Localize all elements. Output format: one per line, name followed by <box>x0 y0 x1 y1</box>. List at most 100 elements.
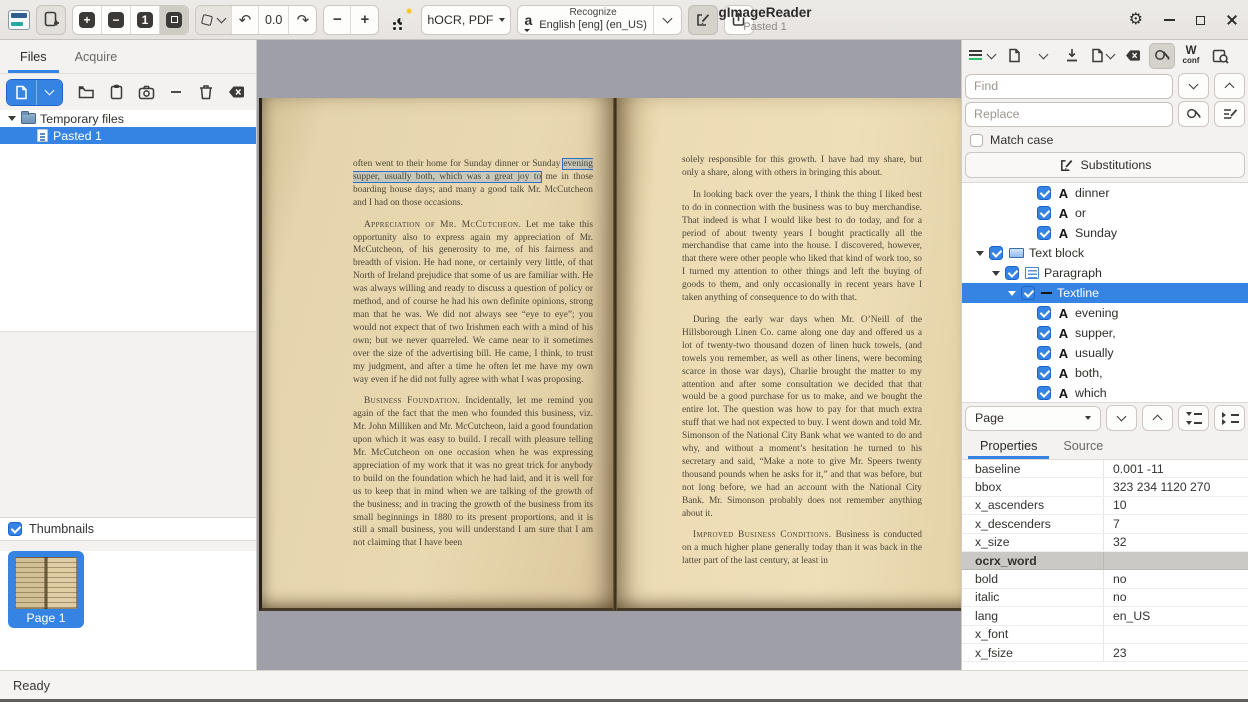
show-confidence-button[interactable]: W conf <box>1178 43 1204 69</box>
settings-gear-icon[interactable]: ⚙ <box>1129 12 1143 28</box>
zoom-out-button[interactable]: − <box>102 6 131 34</box>
replace-all-button[interactable] <box>1214 101 1245 127</box>
item-checkbox[interactable] <box>1037 386 1051 400</box>
ocr-tree-item-sunday[interactable]: ASunday <box>962 223 1248 243</box>
expand-all-button[interactable] <box>1178 405 1209 431</box>
maximize-button[interactable] <box>1196 16 1205 25</box>
delete-source-button[interactable] <box>192 79 220 106</box>
book-paragraph: Business Foundation. Incidentally, let m… <box>353 395 593 550</box>
property-row-x_descenders[interactable]: x_descenders7 <box>962 515 1248 533</box>
thumbnails-label: Thumbnails <box>29 522 94 536</box>
item-checkbox[interactable] <box>1037 326 1051 340</box>
save-output-button[interactable] <box>1059 43 1085 69</box>
close-button[interactable] <box>1226 14 1238 26</box>
item-checkbox[interactable] <box>1037 346 1051 360</box>
find-replace-button[interactable] <box>1149 43 1175 69</box>
property-row-bbox[interactable]: bbox323 234 1120 270 <box>962 478 1248 496</box>
open-file-button[interactable] <box>7 80 36 105</box>
open-output-button[interactable] <box>1001 43 1027 69</box>
property-row-x_ascenders[interactable]: x_ascenders10 <box>962 497 1248 515</box>
rotation-value[interactable]: 0.0 <box>259 6 289 34</box>
rotate-mode-dropdown[interactable] <box>196 6 232 34</box>
ocr-tree-item-paragraph[interactable]: Paragraph <box>962 263 1248 283</box>
tab-acquire[interactable]: Acquire <box>63 40 130 73</box>
item-checkbox[interactable] <box>1037 366 1051 380</box>
property-row-x_font[interactable]: x_font <box>962 626 1248 644</box>
find-previous-button[interactable] <box>1214 73 1245 99</box>
recognize-menu-button[interactable] <box>654 6 681 34</box>
ocr-tree-item-text-block[interactable]: Text block <box>962 243 1248 263</box>
rotate-right-button[interactable]: ↷ <box>289 6 316 34</box>
zoom-original-button[interactable]: 1 <box>131 6 160 34</box>
tab-properties[interactable]: Properties <box>968 433 1049 459</box>
tab-source[interactable]: Source <box>1051 433 1115 459</box>
ocr-tree-item-supper[interactable]: Asupper, <box>962 323 1248 343</box>
insert-mode-button[interactable] <box>966 43 998 69</box>
tab-files[interactable]: Files <box>8 40 59 73</box>
ocr-tree-item-textline[interactable]: Textline <box>962 283 1248 303</box>
ocr-tree-item-which[interactable]: Awhich <box>962 383 1248 403</box>
item-checkbox[interactable] <box>1037 306 1051 320</box>
remove-source-button[interactable] <box>162 79 190 106</box>
collapse-all-button[interactable] <box>1214 405 1245 431</box>
recognize-button[interactable]: a Recognize English [eng] (en_US) <box>518 6 653 34</box>
rotate-left-button[interactable]: ↶ <box>232 6 259 34</box>
tree-row-temporary-files[interactable]: Temporary files <box>0 110 256 127</box>
property-row-x_fsize[interactable]: x_fsize23 <box>962 644 1248 662</box>
thumbnails-checkbox[interactable] <box>8 522 22 536</box>
open-document-icon <box>1007 48 1022 63</box>
previous-item-button[interactable] <box>1142 405 1173 431</box>
expander-icon[interactable] <box>992 271 1000 276</box>
zoom-fit-button[interactable] <box>160 6 188 34</box>
add-page-button[interactable] <box>36 5 66 35</box>
sources-tree: Temporary files Pasted 1 <box>0 110 256 332</box>
decrement-button[interactable]: − <box>324 6 351 34</box>
property-row-x_size[interactable]: x_size32 <box>962 534 1248 552</box>
item-checkbox[interactable] <box>1037 206 1051 220</box>
clear-output-button[interactable] <box>1120 43 1146 69</box>
ocr-tree-item-evening[interactable]: Aevening <box>962 303 1248 323</box>
open-output-menu-button[interactable] <box>1030 43 1056 69</box>
property-row-ocrx_word[interactable]: ocrx_word <box>962 552 1248 570</box>
replace-input[interactable] <box>965 102 1173 127</box>
page-selector-dropdown[interactable]: Page <box>965 406 1101 431</box>
property-row-baseline[interactable]: baseline0.001 -11 <box>962 460 1248 478</box>
export-output-button[interactable] <box>1088 43 1117 69</box>
clear-sources-button[interactable] <box>222 79 250 106</box>
display-controls-button[interactable]: ◐ ✱ <box>385 5 415 35</box>
increment-button[interactable]: + <box>351 6 378 34</box>
item-checkbox[interactable] <box>1037 186 1051 200</box>
paste-button[interactable] <box>103 79 131 106</box>
book-paragraph: solely responsible for this growth. I ha… <box>682 154 922 180</box>
ocr-tree-item-both[interactable]: Aboth, <box>962 363 1248 383</box>
open-menu-button[interactable] <box>36 80 62 105</box>
find-next-button[interactable] <box>1178 73 1209 99</box>
item-checkbox[interactable] <box>1037 226 1051 240</box>
document-canvas[interactable]: often went to their home for Sunday dinn… <box>257 40 961 670</box>
expander-icon[interactable] <box>1008 291 1016 296</box>
ocr-tree-item-or[interactable]: Aor <box>962 203 1248 223</box>
item-checkbox[interactable] <box>1021 286 1035 300</box>
property-row-italic[interactable]: italicno <box>962 589 1248 607</box>
item-checkbox[interactable] <box>989 246 1003 260</box>
property-row-lang[interactable]: langen_US <box>962 607 1248 625</box>
replace-button[interactable] <box>1178 101 1209 127</box>
minimize-button[interactable] <box>1164 19 1175 21</box>
substitutions-button[interactable]: Substitutions <box>965 152 1245 178</box>
match-case-checkbox[interactable] <box>970 134 983 147</box>
property-row-bold[interactable]: boldno <box>962 570 1248 588</box>
item-checkbox[interactable] <box>1005 266 1019 280</box>
screenshot-button[interactable] <box>133 79 161 106</box>
tree-row-pasted-1[interactable]: Pasted 1 <box>0 127 256 144</box>
ocr-tree-item-dinner[interactable]: Adinner <box>962 183 1248 203</box>
expander-icon[interactable] <box>976 251 984 256</box>
expander-icon[interactable] <box>8 116 16 121</box>
ocr-tree-item-usually[interactable]: Ausually <box>962 343 1248 363</box>
output-mode-dropdown[interactable]: hOCR, PDF <box>421 5 511 35</box>
open-folder-button[interactable] <box>73 79 101 106</box>
zoom-in-button[interactable]: + <box>73 6 102 34</box>
preview-button[interactable] <box>1207 43 1233 69</box>
thumbnail-page-1[interactable]: Page 1 <box>8 551 84 628</box>
find-input[interactable] <box>965 74 1173 99</box>
next-item-button[interactable] <box>1106 405 1137 431</box>
